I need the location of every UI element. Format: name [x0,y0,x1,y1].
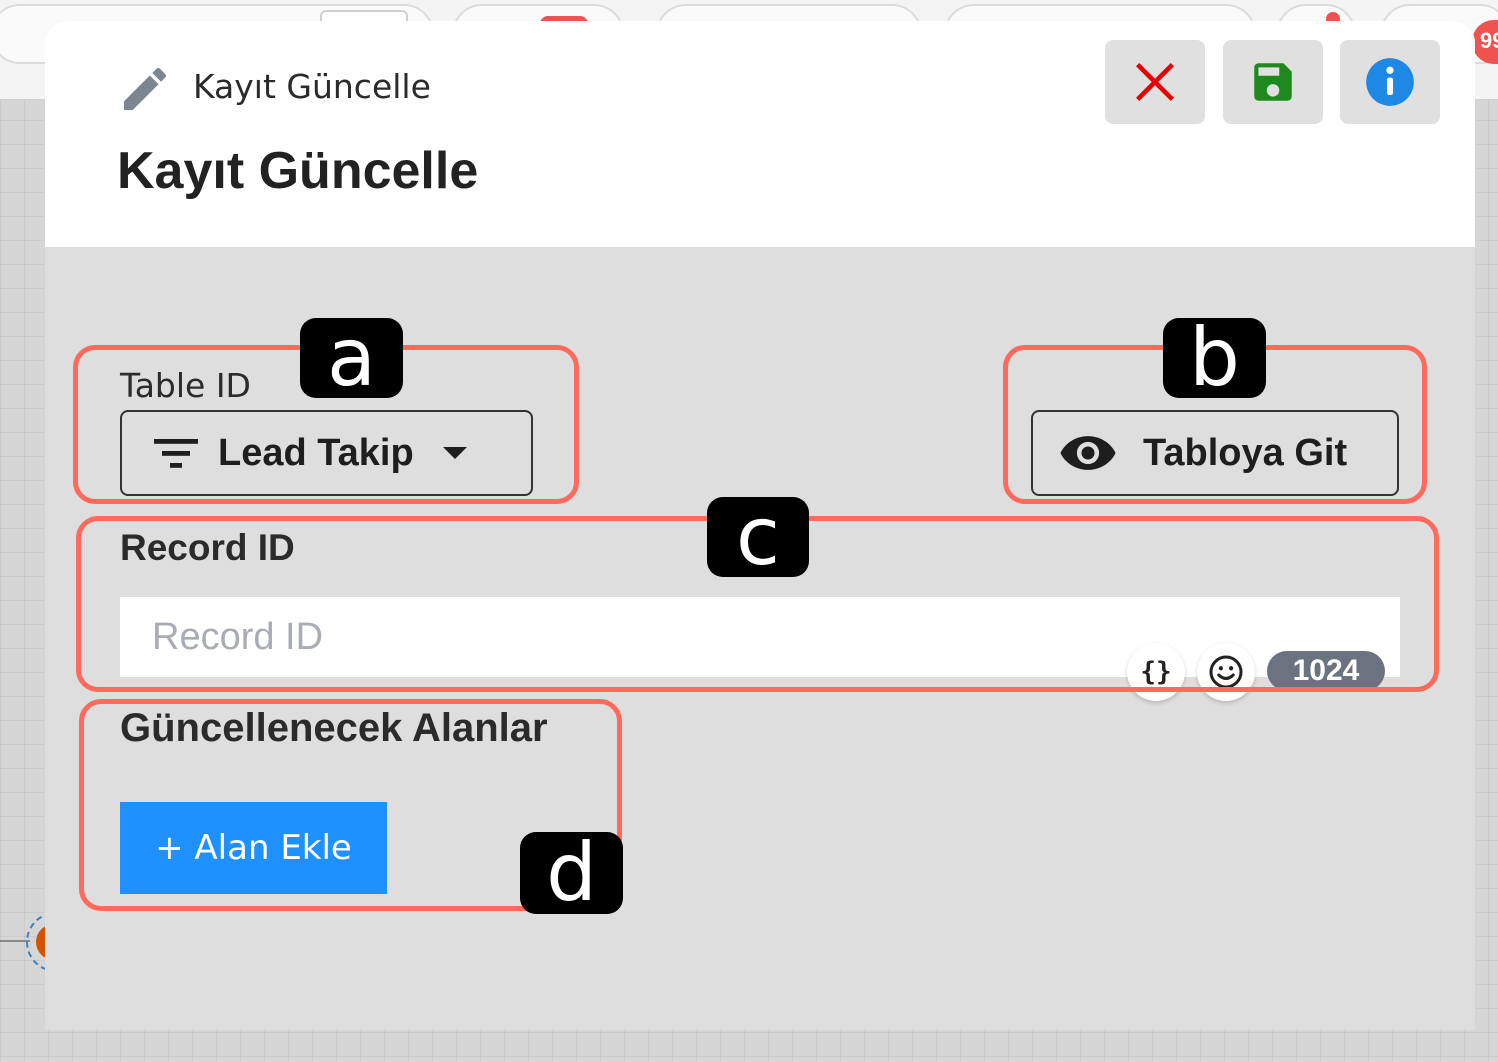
info-icon [1366,58,1414,106]
annotation-tag-b: b [1163,318,1266,398]
pencil-icon [124,67,167,110]
info-button[interactable] [1340,40,1440,124]
save-button[interactable] [1223,40,1323,124]
close-icon [1136,63,1174,101]
modal-header: Kayıt Güncelle Kayıt Güncelle [45,21,1475,247]
annotation-tag-c: c [707,497,809,577]
annotation-tag-d: d [520,832,623,914]
page-title: Kayıt Güncelle [117,142,479,200]
annotation-tag-a: a [300,318,403,398]
modal-header-subtitle: Kayıt Güncelle [193,67,431,106]
close-button[interactable] [1105,40,1205,124]
save-icon [1254,63,1292,101]
